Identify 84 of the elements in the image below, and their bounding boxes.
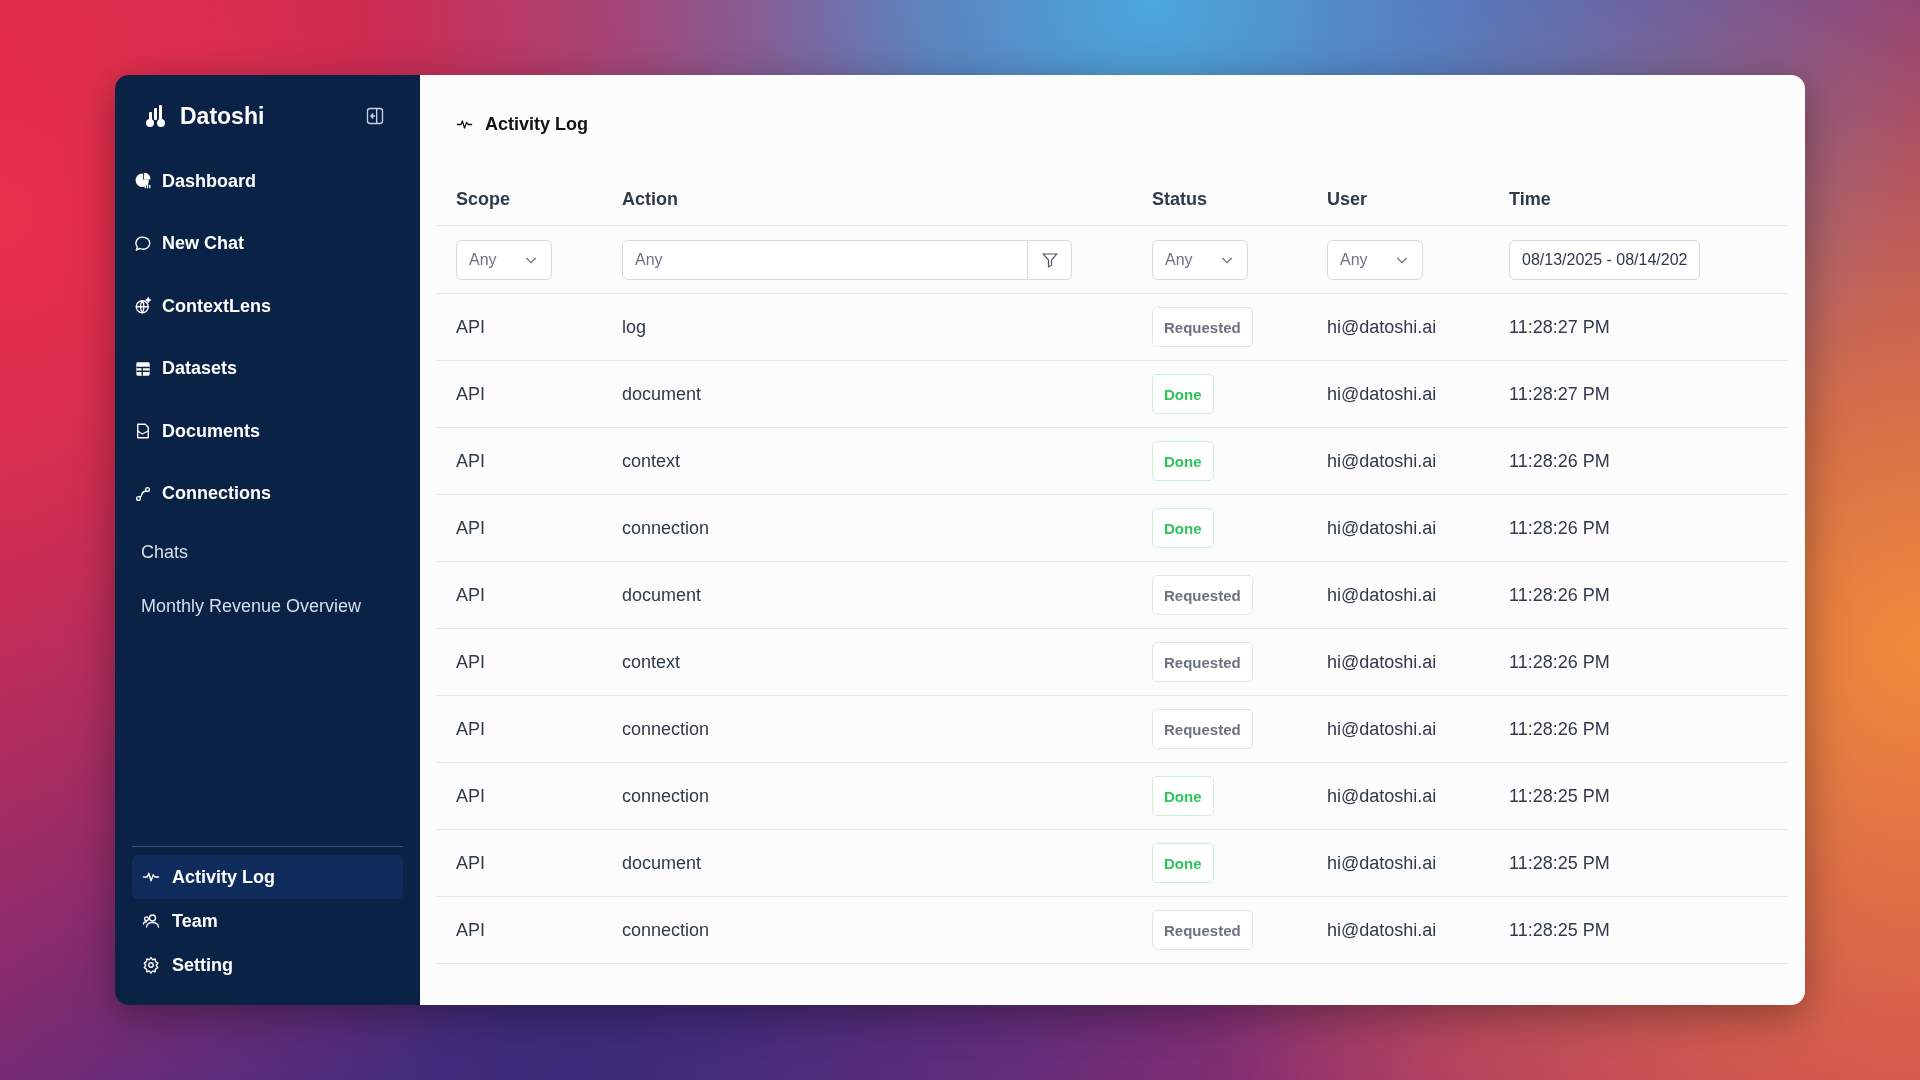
table-cell: hi@datoshi.ai (1308, 897, 1490, 964)
status-badge: Requested (1152, 910, 1253, 950)
table-cell: API (437, 629, 603, 696)
table-cell: hi@datoshi.ai (1308, 830, 1490, 897)
column-header: Status (1133, 173, 1308, 226)
status-badge: Requested (1152, 575, 1253, 615)
chat-item[interactable]: Monthly Revenue Overview (141, 588, 394, 624)
status-filter-dropdown[interactable]: Any (1152, 239, 1248, 280)
app-name: Datoshi (180, 102, 265, 130)
table-cell: hi@datoshi.ai (1308, 361, 1490, 428)
collapse-sidebar-icon[interactable] (365, 106, 385, 126)
status-badge: Requested (1152, 642, 1253, 682)
table-cell: API (437, 897, 603, 964)
document-icon (134, 422, 152, 440)
table-cell: hi@datoshi.ai (1308, 495, 1490, 562)
chats-heading: Chats (141, 540, 190, 564)
table-cell: hi@datoshi.ai (1308, 629, 1490, 696)
nav-item[interactable]: Dashboard (132, 159, 403, 203)
nav-item[interactable]: Connections (132, 471, 403, 516)
table-cell: hi@datoshi.ai (1308, 696, 1490, 763)
nav-item[interactable]: Activity Log (132, 855, 403, 899)
table-cell: context (603, 428, 1133, 495)
table-cell: 11:28:26 PM (1490, 428, 1787, 495)
table-cell: document (603, 830, 1133, 897)
table-cell: hi@datoshi.ai (1308, 294, 1490, 361)
logo-icon (144, 104, 168, 128)
table-cell: API (437, 696, 603, 763)
date-range-field[interactable]: 08/13/2025 - 08/14/202 (1509, 239, 1701, 280)
nav-item[interactable]: Datasets (132, 346, 403, 391)
table-cell: API (437, 830, 603, 897)
nav-item[interactable]: Setting (132, 943, 403, 987)
table-cell: connection (603, 696, 1133, 763)
nav-item[interactable]: ContextLens (132, 284, 403, 328)
table-cell: 11:28:26 PM (1490, 562, 1787, 629)
table-cell: API (437, 428, 603, 495)
table-cell: connection (603, 763, 1133, 830)
table-cell: 11:28:26 PM (1490, 696, 1787, 763)
settings-icon (142, 956, 160, 974)
column-header: Scope (437, 173, 603, 226)
status-badge: Done (1152, 776, 1214, 816)
column-header: Action (603, 173, 1133, 226)
table-cell: 11:28:27 PM (1490, 294, 1787, 361)
pie-chart-icon (134, 172, 152, 190)
table-cell: 11:28:26 PM (1490, 495, 1787, 562)
table-cell: hi@datoshi.ai (1308, 763, 1490, 830)
nav-item[interactable]: Team (132, 899, 403, 943)
status-badge: Requested (1152, 709, 1253, 749)
action-filter-field[interactable]: Any (622, 239, 1028, 280)
table-cell: API (437, 361, 603, 428)
column-header: User (1308, 173, 1490, 226)
table-cell: 11:28:25 PM (1490, 897, 1787, 964)
table-cell: hi@datoshi.ai (1308, 562, 1490, 629)
table-cell: document (603, 361, 1133, 428)
table-cell: API (437, 294, 603, 361)
table-cell: connection (603, 495, 1133, 562)
filter-icon (1040, 250, 1059, 269)
connection-icon (134, 484, 152, 503)
status-badge: Done (1152, 374, 1214, 414)
globe-sparkle-icon (134, 297, 152, 315)
status-badge: Done (1152, 843, 1214, 883)
user-filter-dropdown[interactable]: Any (1327, 239, 1423, 280)
people-icon (142, 912, 160, 930)
table-cell: document (603, 562, 1133, 629)
table-cell: connection (603, 897, 1133, 964)
table-cell: context (603, 629, 1133, 696)
table-cell: API (437, 763, 603, 830)
scope-filter-dropdown[interactable]: Any (456, 239, 552, 280)
status-badge: Requested (1152, 307, 1253, 347)
column-header: Time (1490, 173, 1787, 226)
nav-item[interactable]: Documents (132, 409, 403, 453)
table-cell: hi@datoshi.ai (1308, 428, 1490, 495)
table-cell: 11:28:26 PM (1490, 629, 1787, 696)
status-badge: Done (1152, 508, 1214, 548)
table-cell: 11:28:25 PM (1490, 830, 1787, 897)
status-badge: Done (1152, 441, 1214, 481)
table-cell: API (437, 495, 603, 562)
nav-item[interactable]: New Chat (132, 221, 403, 266)
table-icon (134, 359, 152, 378)
page-title: Activity Log (485, 113, 588, 135)
table-cell: 11:28:27 PM (1490, 361, 1787, 428)
table-cell: API (437, 562, 603, 629)
speech-bubble-icon (134, 234, 152, 253)
table-cell: 11:28:25 PM (1490, 763, 1787, 830)
table-cell: log (603, 294, 1133, 361)
